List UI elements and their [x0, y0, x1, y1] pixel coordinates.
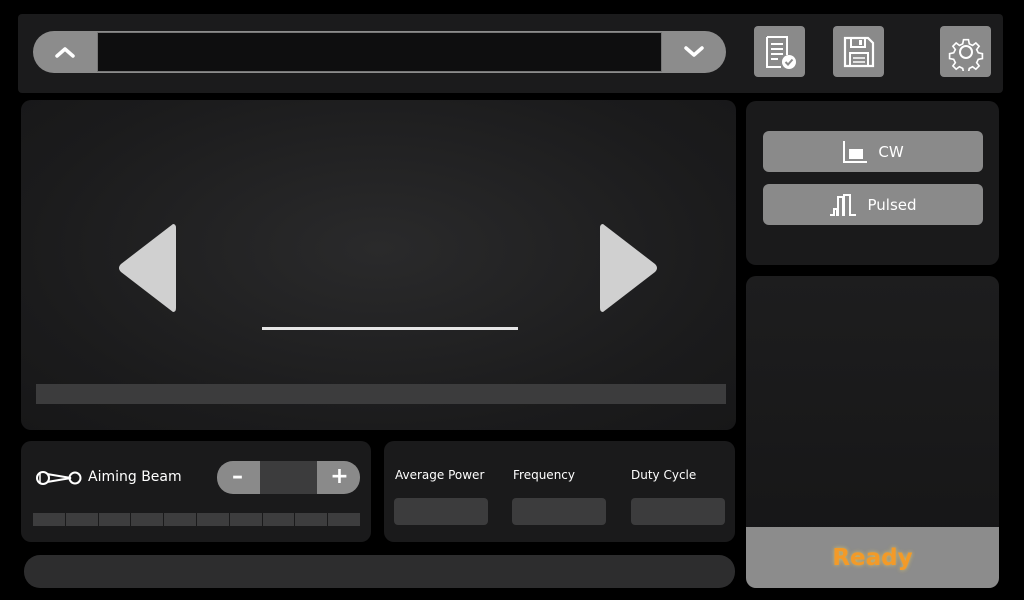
duty-cycle-label: Duty Cycle — [631, 468, 697, 482]
aiming-level-segment — [65, 513, 98, 526]
report-button[interactable] — [754, 26, 805, 77]
aiming-level-bar — [33, 513, 360, 526]
aiming-level-segment — [131, 513, 164, 526]
aiming-level-segment — [33, 513, 65, 526]
aiming-level-segment — [328, 513, 360, 526]
parameters-panel: Average Power Frequency Duty Cycle — [384, 441, 735, 542]
mode-panel: CW Pulsed — [746, 101, 999, 265]
chevron-up-icon — [55, 47, 75, 58]
preset-selector — [33, 31, 726, 73]
status-bar[interactable]: Ready — [746, 527, 999, 588]
decrease-arrow-icon[interactable] — [117, 222, 179, 314]
aiming-level-segment — [262, 513, 295, 526]
chevron-down-icon — [684, 46, 704, 57]
preset-down-button[interactable] — [662, 31, 726, 73]
aiming-value — [260, 461, 317, 494]
main-display — [21, 100, 736, 430]
pulsed-mode-button[interactable]: Pulsed — [763, 184, 983, 225]
aiming-beam-stepper: – + — [217, 461, 360, 494]
preset-up-button[interactable] — [33, 31, 97, 73]
frequency-value — [512, 498, 606, 525]
status-text: Ready — [832, 544, 913, 571]
top-toolbar — [18, 14, 1003, 93]
floppy-save-icon — [843, 36, 874, 67]
status-panel: Ready — [746, 276, 999, 588]
aiming-beam-label: Aiming Beam — [88, 469, 182, 485]
average-power-value — [394, 498, 488, 525]
aiming-level-segment — [164, 513, 196, 526]
aiming-beam-icon — [36, 471, 82, 485]
pulsed-mode-label: Pulsed — [867, 195, 917, 214]
settings-button[interactable] — [940, 26, 991, 77]
save-button[interactable] — [833, 26, 884, 77]
pulse-waveform-icon — [830, 193, 857, 216]
document-check-icon — [765, 35, 796, 69]
frequency-label: Frequency — [513, 468, 575, 482]
gear-icon — [948, 38, 983, 71]
aiming-level-segment — [229, 513, 262, 526]
average-power-label: Average Power — [395, 468, 485, 482]
increase-arrow-icon[interactable] — [597, 222, 659, 314]
aiming-level-segment — [196, 513, 229, 526]
aiming-increase-button[interactable]: + — [319, 461, 360, 494]
cw-mode-label: CW — [878, 142, 904, 161]
cw-mode-button[interactable]: CW — [763, 131, 983, 172]
setpoint-underline — [262, 327, 518, 330]
power-progress-bar — [36, 384, 726, 404]
aiming-beam-panel: Aiming Beam – + — [21, 441, 371, 542]
cw-waveform-icon — [843, 140, 868, 163]
aiming-level-segment — [295, 513, 328, 526]
preset-name-field[interactable] — [97, 32, 662, 72]
aiming-decrease-button[interactable]: – — [217, 461, 258, 494]
aiming-level-segment — [98, 513, 131, 526]
duty-cycle-value — [631, 498, 725, 525]
message-bar — [24, 555, 735, 588]
